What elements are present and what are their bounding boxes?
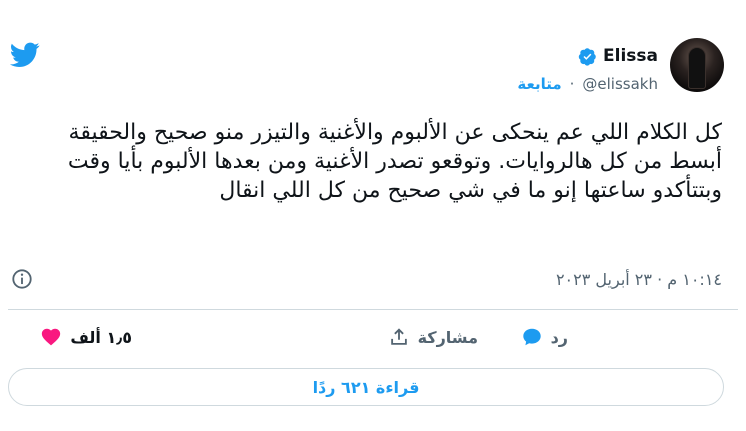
user-handle[interactable]: @elissakh (582, 75, 658, 93)
info-icon[interactable] (11, 268, 33, 290)
like-button[interactable]: ١٫٥ ألف (40, 326, 132, 348)
reply-label: رد (550, 327, 568, 347)
tweet-text: كل الكلام اللي عم ينحكى عن الألبوم والأغ… (67, 120, 722, 203)
twitter-bird-icon[interactable] (10, 42, 40, 68)
author-info: Elissa متابعة · @elissakh (517, 38, 658, 93)
avatar[interactable] (670, 38, 724, 92)
tweet-timestamp[interactable]: ١٠:١٤ م · ٢٣ أبريل ٢٠٢٣ (556, 270, 722, 289)
share-button[interactable]: مشاركة (388, 326, 478, 348)
follow-link[interactable]: متابعة (517, 75, 561, 93)
tweet-embed-card: Elissa متابعة · @elissakh كل الكلام اللي… (0, 0, 746, 431)
heart-icon (42, 328, 61, 346)
share-label: مشاركة (417, 327, 478, 347)
share-upload-icon (390, 328, 407, 345)
read-replies-button[interactable]: قراءة ٦٢١ ردًا (8, 368, 724, 406)
display-name[interactable]: Elissa (603, 46, 658, 66)
like-count: ١٫٥ ألف (70, 327, 132, 347)
verified-badge-icon (578, 47, 596, 66)
chat-bubble-icon (522, 328, 541, 346)
tweet-header: Elissa متابعة · @elissakh (517, 38, 724, 93)
reply-button[interactable]: رد (521, 326, 568, 348)
divider (8, 309, 738, 310)
action-bar: ١٫٥ ألف رد مشاركة (0, 322, 746, 356)
top-edge (0, 0, 746, 22)
separator-dot: · (569, 75, 575, 93)
